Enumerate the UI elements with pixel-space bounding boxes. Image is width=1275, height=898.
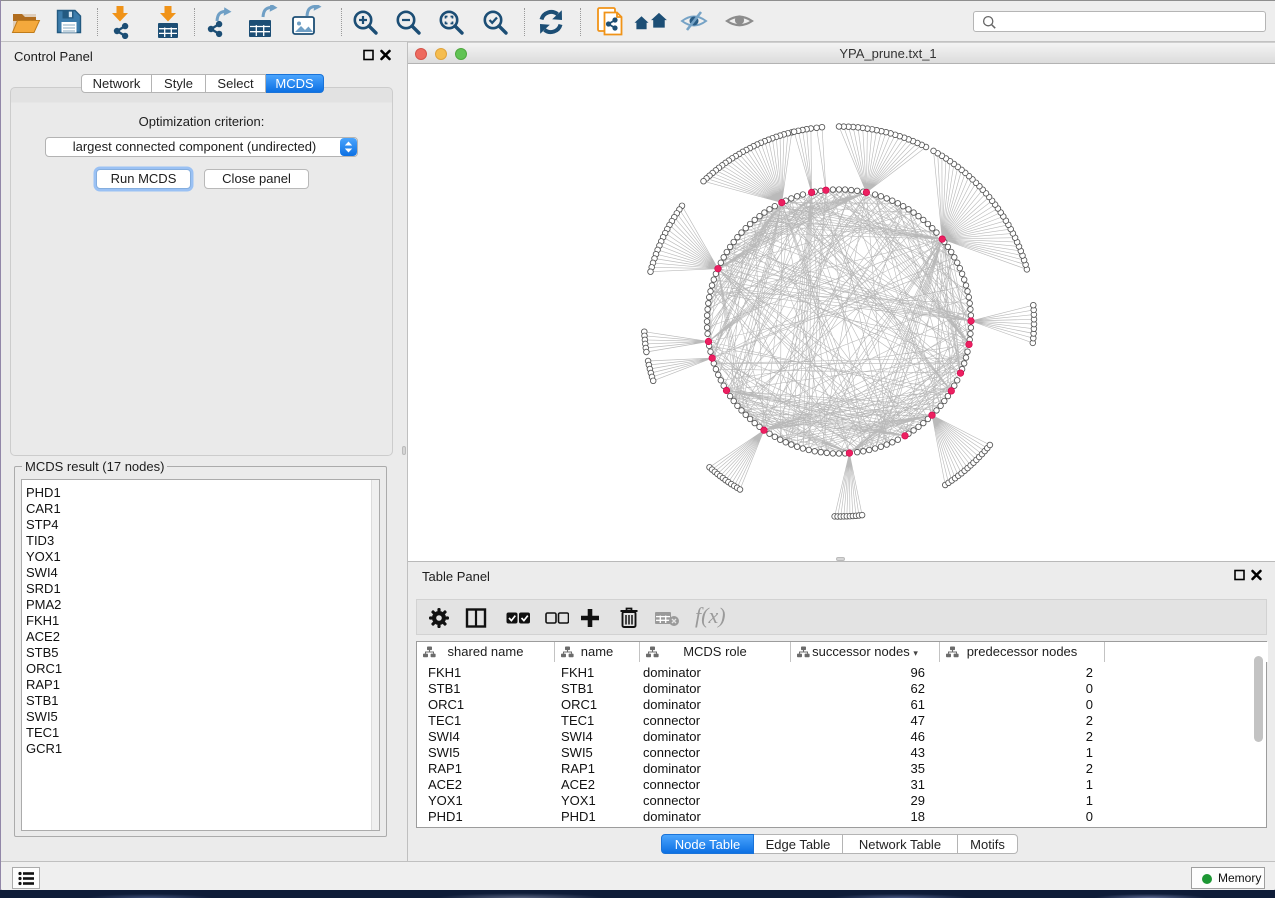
svg-text:f(x): f(x)	[695, 603, 726, 628]
